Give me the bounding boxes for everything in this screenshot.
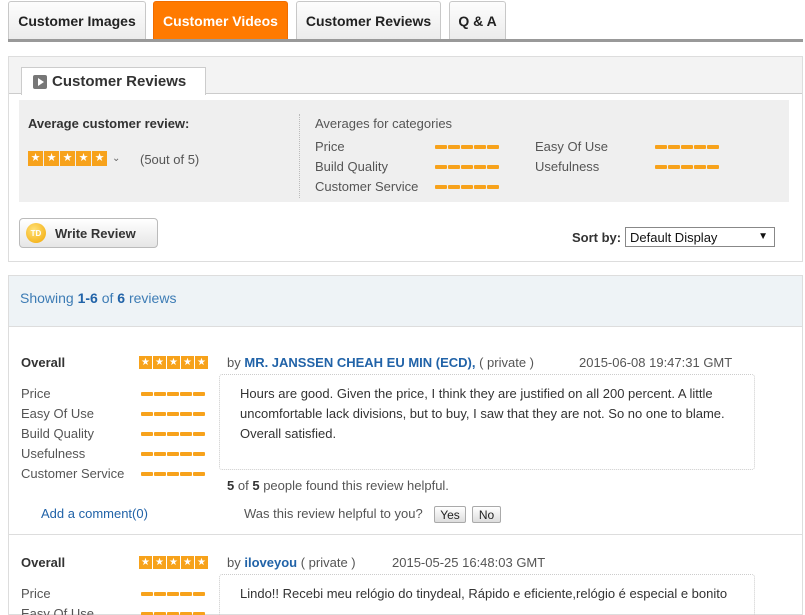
category-label-build-quality: Build Quality xyxy=(315,159,388,174)
star-icon: ★ xyxy=(153,356,166,369)
tinydeal-coin-icon: TD xyxy=(26,223,46,243)
category-label-customer-service: Customer Service xyxy=(315,179,419,194)
star-icon: ★ xyxy=(60,151,75,166)
chevron-down-icon[interactable]: ⌄ xyxy=(112,153,120,164)
average-rating-text: (5out of 5) xyxy=(140,152,200,167)
review-category-customer-service: Customer Service xyxy=(21,466,125,481)
review-date: 2015-06-08 19:47:31 GMT xyxy=(579,355,733,370)
star-icon: ★ xyxy=(195,356,208,369)
play-icon xyxy=(33,74,47,89)
review-category-easy-of-use: Easy Of Use xyxy=(21,406,94,421)
star-icon: ★ xyxy=(167,556,180,569)
average-review-label: Average customer review: xyxy=(28,116,190,131)
star-icon: ★ xyxy=(181,356,194,369)
review-author-link[interactable]: MR. JANSSEN CHEAH EU MIN (ECD), xyxy=(244,355,475,370)
star-icon: ★ xyxy=(139,356,152,369)
sort-label: Sort by: xyxy=(572,230,622,245)
review-overall-stars: ★ ★ ★ ★ ★ xyxy=(139,556,209,569)
top-tab-bar: Customer Images Customer Videos Customer… xyxy=(0,0,805,42)
star-icon: ★ xyxy=(139,556,152,569)
panel-title: Customer Reviews xyxy=(52,73,187,90)
panel-header: Customer Reviews xyxy=(9,57,802,95)
helpful-no-button[interactable]: No xyxy=(472,506,501,523)
review-category-usefulness: Usefulness xyxy=(21,446,86,461)
category-label-easy-of-use: Easy Of Use xyxy=(535,139,608,154)
star-icon: ★ xyxy=(76,151,91,166)
showing-count: Showing 1-6 of 6 reviews xyxy=(20,290,177,306)
review-category-price: Price xyxy=(21,586,51,601)
helpful-question: Was this review helpful to you? xyxy=(244,506,423,521)
review-separator xyxy=(9,534,802,535)
review-author-link[interactable]: iloveyou xyxy=(244,555,297,570)
average-stars[interactable]: ★ ★ ★ ★ ★ ⌄ xyxy=(28,151,120,166)
showing-bar: Showing 1-6 of 6 reviews xyxy=(9,276,802,327)
category-label-usefulness: Usefulness xyxy=(535,159,600,174)
sort-value: Default Display xyxy=(630,229,718,245)
review-bar-customer-service xyxy=(141,472,206,476)
dropdown-arrow-icon: ▼ xyxy=(758,231,768,242)
star-icon: ★ xyxy=(44,151,59,166)
review-category-easy-of-use: Easy Of Use xyxy=(21,606,94,615)
star-icon: ★ xyxy=(195,556,208,569)
review-listing: Showing 1-6 of 6 reviews Overall ★ ★ ★ ★ ★ b… xyxy=(8,275,803,615)
helpful-count: 5 of 5 people found this review helpful. xyxy=(227,478,449,493)
review-overall-label: Overall xyxy=(21,555,66,570)
write-review-button[interactable]: TD Write Review xyxy=(19,218,158,248)
review-category-price: Price xyxy=(21,386,51,401)
category-bar-customer-service xyxy=(435,185,500,189)
tab-customer-reviews[interactable]: Customer Reviews xyxy=(296,1,441,39)
star-icon: ★ xyxy=(181,556,194,569)
category-bar-usefulness xyxy=(655,165,720,169)
panel-title-tab: Customer Reviews xyxy=(21,67,206,95)
tab-underline xyxy=(8,39,803,42)
review-category-build-quality: Build Quality xyxy=(21,426,94,441)
star-icon: ★ xyxy=(153,556,166,569)
review-bar-usefulness xyxy=(141,452,206,456)
star-icon: ★ xyxy=(28,151,43,166)
star-icon: ★ xyxy=(167,356,180,369)
review-byline: by MR. JANSSEN CHEAH EU MIN (ECD), ( pri… xyxy=(227,355,535,370)
category-bar-build-quality xyxy=(435,165,500,169)
review-bar-easy-of-use xyxy=(141,412,206,416)
category-bar-price xyxy=(435,145,500,149)
tab-customer-images[interactable]: Customer Images xyxy=(8,1,146,39)
divider xyxy=(299,114,300,198)
review-bar-build-quality xyxy=(141,432,206,436)
review-body: Hours are good. Given the price, I think… xyxy=(219,374,755,470)
category-bar-easy-of-use xyxy=(655,145,720,149)
review-date: 2015-05-25 16:48:03 GMT xyxy=(392,555,546,570)
review-overall-stars: ★ ★ ★ ★ ★ xyxy=(139,356,209,369)
helpful-yes-button[interactable]: Yes xyxy=(434,506,466,523)
categories-title: Averages for categories xyxy=(315,116,453,131)
review-byline: by iloveyou ( private ) xyxy=(227,555,356,570)
rating-summary: Average customer review: ★ ★ ★ ★ ★ ⌄ (5o… xyxy=(19,100,789,202)
tab-customer-videos[interactable]: Customer Videos xyxy=(153,1,288,39)
review-body: Lindo!! Recebi meu relógio do tinydeal, … xyxy=(219,574,755,615)
add-comment-link[interactable]: Add a comment(0) xyxy=(41,506,148,521)
review-bar-price xyxy=(141,592,206,596)
star-icon: ★ xyxy=(92,151,107,166)
tab-q-and-a[interactable]: Q & A xyxy=(449,1,506,39)
review-overall-label: Overall xyxy=(21,355,66,370)
sort-select[interactable]: Default Display ▼ xyxy=(625,227,775,247)
category-label-price: Price xyxy=(315,139,345,154)
write-review-label: Write Review xyxy=(55,225,136,241)
review-bar-price xyxy=(141,392,206,396)
